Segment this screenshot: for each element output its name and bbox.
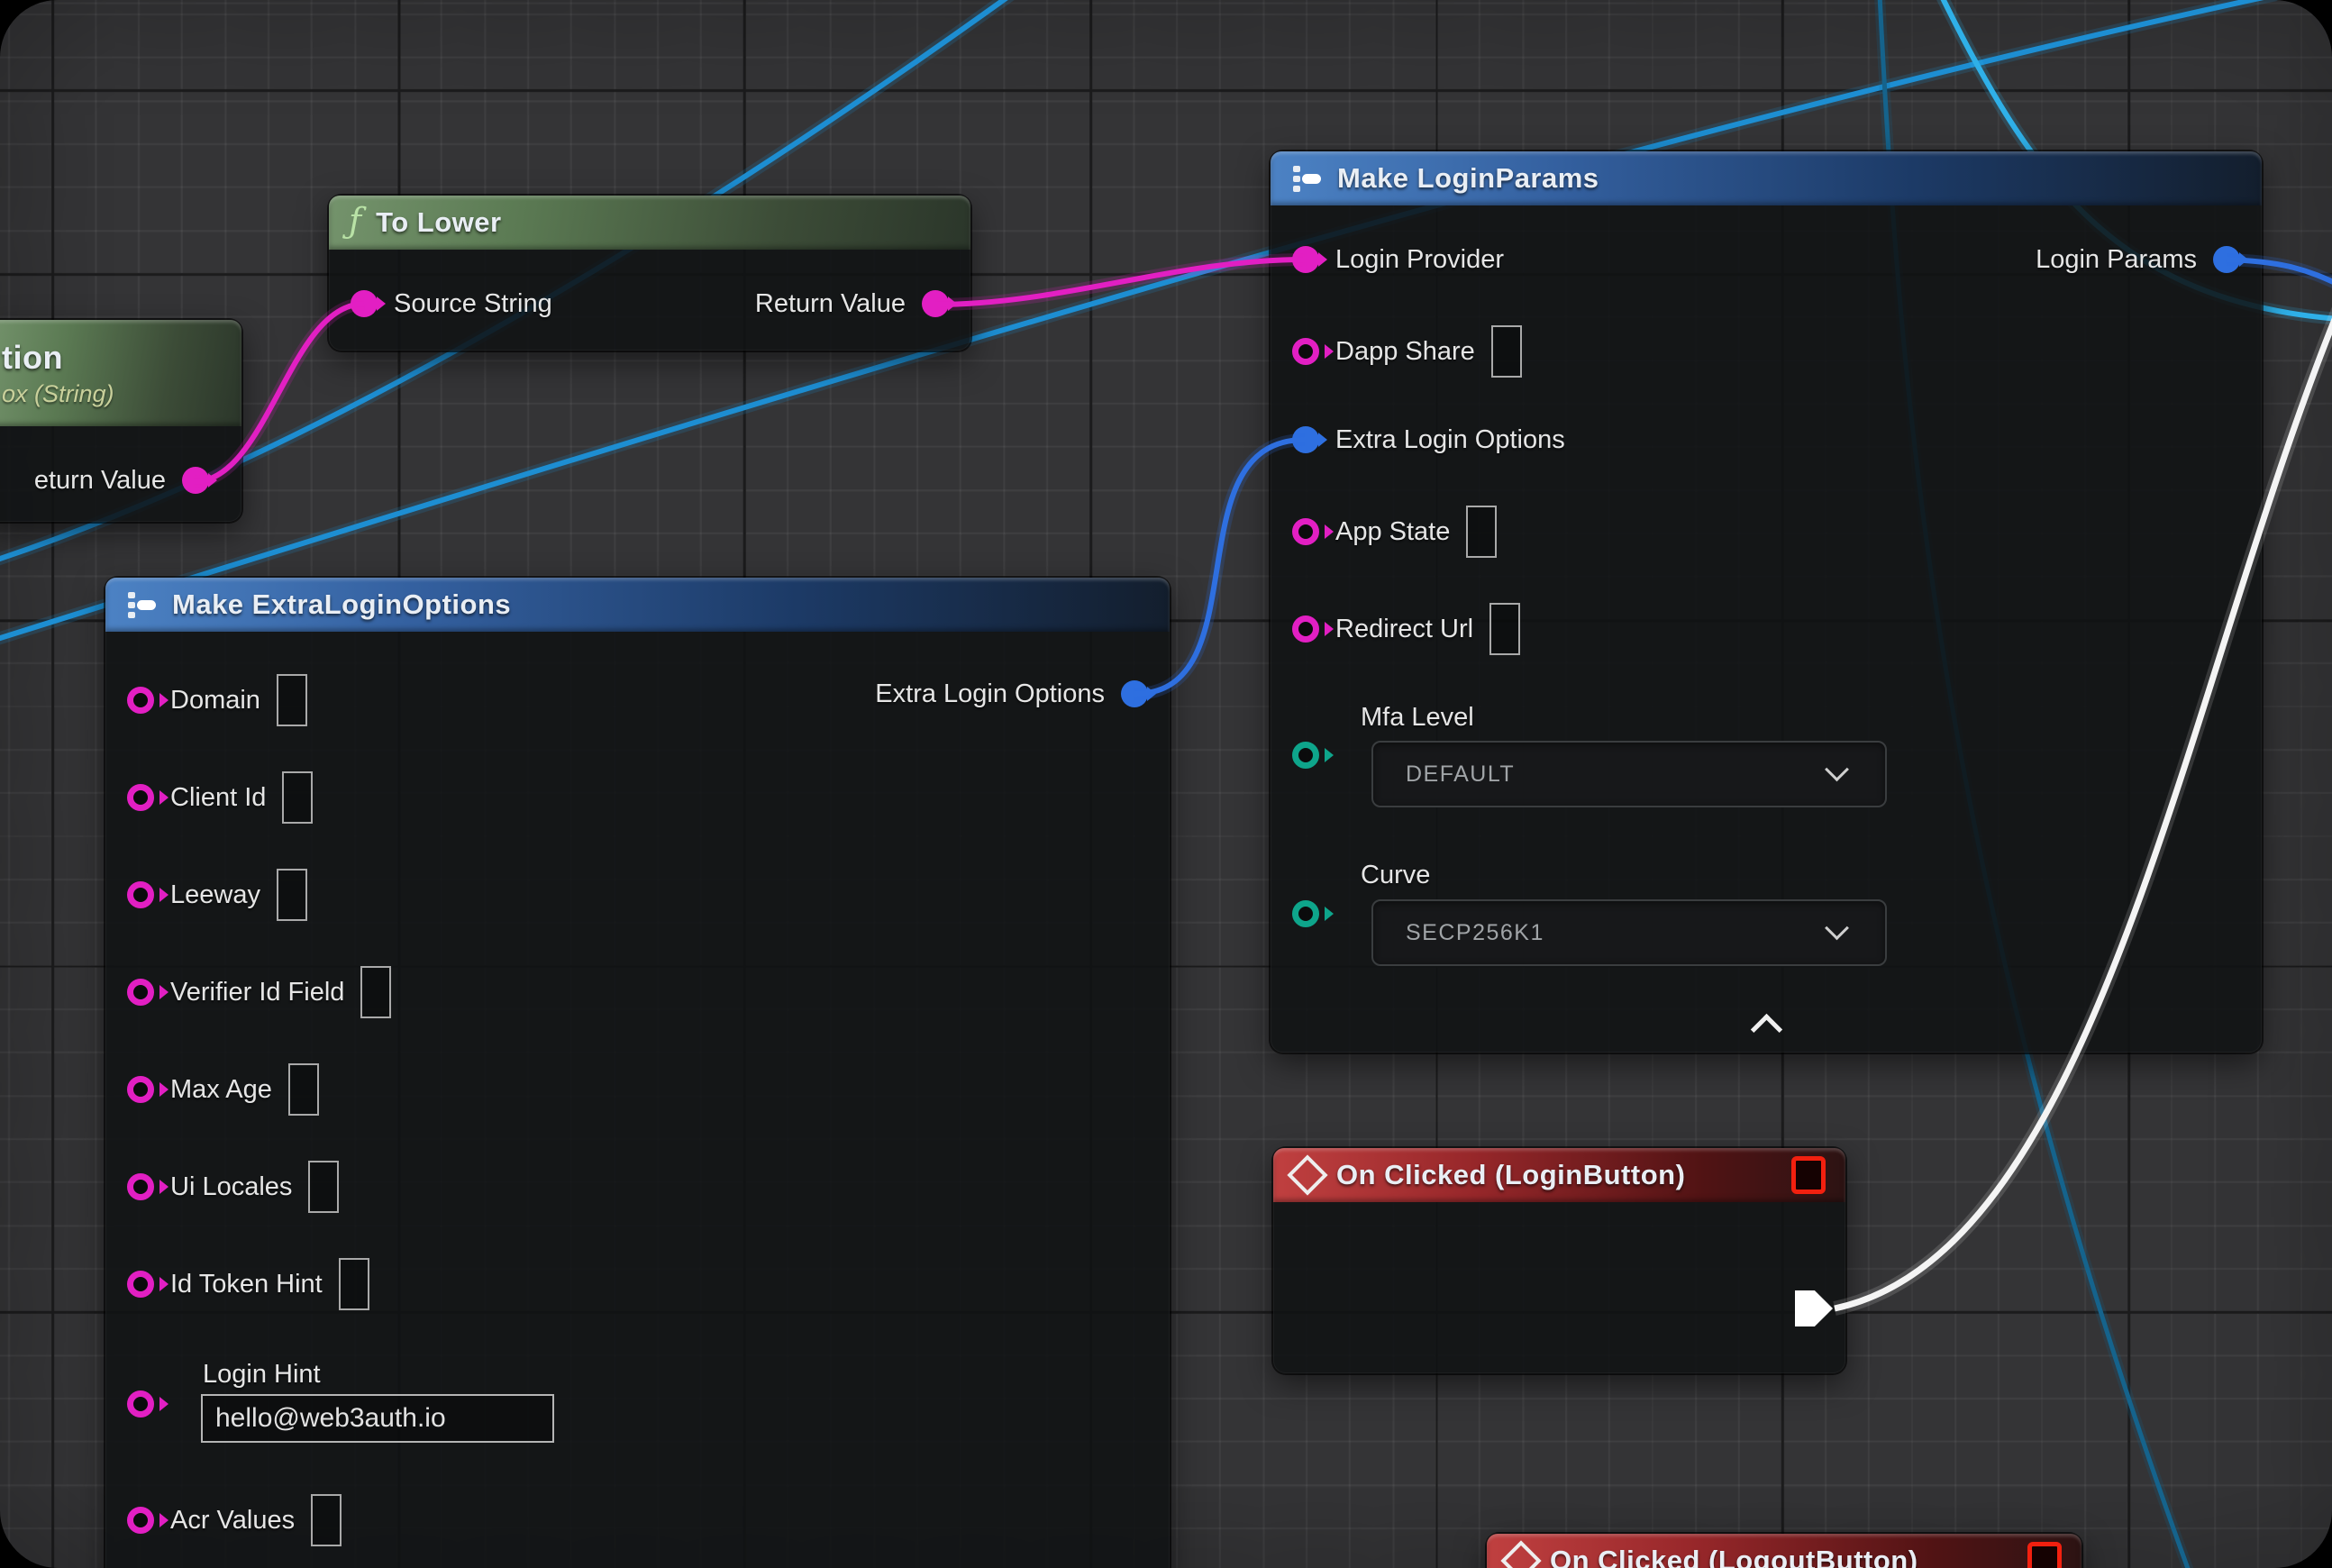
acr-values-value-field[interactable] bbox=[311, 1494, 342, 1546]
chevron-down-icon bbox=[1825, 757, 1849, 781]
dapp-share-value-field[interactable] bbox=[1491, 325, 1522, 378]
ui-locales-value-field[interactable] bbox=[308, 1161, 339, 1213]
node-title: Make LoginParams bbox=[1337, 162, 1599, 195]
to-lower-node[interactable]: ƒ To Lower Source String Return Value bbox=[329, 196, 970, 351]
blueprint-graph-canvas[interactable]: tion ox (String) eturn Value ƒ To Lower … bbox=[0, 0, 2332, 1568]
pin-label-verifier-id-field: Verifier Id Field bbox=[170, 978, 344, 1007]
mfa-level-pin[interactable] bbox=[1292, 742, 1319, 769]
login-hint-pin[interactable] bbox=[127, 1390, 154, 1418]
make-struct-icon bbox=[1290, 164, 1323, 193]
curve-dropdown[interactable]: SECP256K1 bbox=[1371, 899, 1887, 966]
pin-label-return-value: Return Value bbox=[755, 289, 906, 319]
domain-pin[interactable] bbox=[127, 687, 154, 714]
node-title: On Clicked (LogoutButton) bbox=[1550, 1545, 1918, 1568]
on-clicked-logout-button-node[interactable]: On Clicked (LogoutButton) bbox=[1487, 1534, 2081, 1568]
extra-login-options-input-pin[interactable] bbox=[1292, 426, 1319, 453]
wire-tolower-to-loginprovider-glow bbox=[935, 260, 1305, 305]
login-params-output-pin[interactable] bbox=[2213, 246, 2240, 273]
make-login-params-node[interactable]: Make LoginParams Login Provider Dapp Sha… bbox=[1271, 151, 2262, 1053]
app-state-pin[interactable] bbox=[1292, 518, 1319, 545]
pin-label-redirect-url: Redirect Url bbox=[1335, 615, 1473, 644]
pin-label-mfa-level: Mfa Level bbox=[1361, 703, 1474, 733]
max-age-value-field[interactable] bbox=[288, 1063, 319, 1116]
text-box-node[interactable]: tion ox (String) eturn Value bbox=[0, 320, 241, 522]
pin-label-dapp-share: Dapp Share bbox=[1335, 337, 1475, 367]
node-title: On Clicked (LoginButton) bbox=[1336, 1159, 1685, 1191]
pin-label-extra-login-options-out: Extra Login Options bbox=[875, 679, 1105, 709]
redirect-url-pin[interactable] bbox=[1292, 615, 1319, 643]
pin-label-leeway: Leeway bbox=[170, 880, 260, 910]
curve-pin[interactable] bbox=[1292, 900, 1319, 927]
ui-locales-pin[interactable] bbox=[127, 1173, 154, 1200]
client-id-value-field[interactable] bbox=[282, 771, 313, 824]
pin-label-login-params-out: Login Params bbox=[2036, 245, 2197, 275]
id-token-hint-value-field[interactable] bbox=[339, 1258, 369, 1310]
delegate-icon bbox=[2027, 1542, 2062, 1568]
pin-label-login-provider: Login Provider bbox=[1335, 245, 1504, 275]
node-subtitle: ox (String) bbox=[2, 380, 114, 408]
delegate-icon bbox=[1791, 1156, 1826, 1194]
pin-label-source-string: Source String bbox=[394, 289, 552, 319]
pin-label-max-age: Max Age bbox=[170, 1075, 272, 1105]
leeway-pin[interactable] bbox=[127, 881, 154, 908]
login-hint-input[interactable] bbox=[201, 1394, 554, 1443]
node-title: Make ExtraLoginOptions bbox=[172, 588, 511, 621]
node-title: To Lower bbox=[376, 206, 501, 239]
exec-output-pin[interactable] bbox=[1795, 1290, 1833, 1326]
make-extra-login-options-node[interactable]: Make ExtraLoginOptions Domain Client Id … bbox=[105, 578, 1170, 1568]
pin-label-domain: Domain bbox=[170, 686, 260, 716]
login-provider-pin[interactable] bbox=[1292, 246, 1319, 273]
curve-value: SECP256K1 bbox=[1373, 920, 1828, 946]
pin-label-app-state: App State bbox=[1335, 517, 1450, 547]
wire-tolower-to-loginprovider[interactable] bbox=[935, 260, 1305, 305]
return-value-pin[interactable] bbox=[922, 290, 949, 317]
mfa-level-dropdown[interactable]: DEFAULT bbox=[1371, 741, 1887, 807]
on-clicked-login-button-node[interactable]: On Clicked (LoginButton) bbox=[1273, 1148, 1845, 1373]
mfa-level-value: DEFAULT bbox=[1373, 761, 1828, 788]
collapse-node-button[interactable] bbox=[1751, 1014, 1782, 1045]
verifier-id-field-pin[interactable] bbox=[127, 979, 154, 1006]
extra-login-options-output-pin[interactable] bbox=[1121, 680, 1148, 707]
source-string-pin[interactable] bbox=[351, 290, 378, 317]
pin-label-acr-values: Acr Values bbox=[170, 1506, 295, 1536]
pin-label-return-value: eturn Value bbox=[34, 466, 166, 496]
event-icon bbox=[1287, 1154, 1327, 1195]
pin-label-id-token-hint: Id Token Hint bbox=[170, 1270, 323, 1299]
string-output-pin[interactable] bbox=[182, 467, 209, 494]
node-title: tion bbox=[2, 339, 63, 377]
event-icon bbox=[1500, 1540, 1541, 1568]
leeway-value-field[interactable] bbox=[277, 869, 307, 921]
pin-label-extra-login-options: Extra Login Options bbox=[1335, 425, 1565, 455]
pin-label-client-id: Client Id bbox=[170, 783, 266, 813]
acr-values-pin[interactable] bbox=[127, 1507, 154, 1534]
function-icon: ƒ bbox=[349, 204, 361, 238]
pin-label-login-hint: Login Hint bbox=[203, 1360, 321, 1390]
domain-value-field[interactable] bbox=[277, 674, 307, 726]
redirect-url-value-field[interactable] bbox=[1489, 603, 1520, 655]
id-token-hint-pin[interactable] bbox=[127, 1271, 154, 1298]
dapp-share-pin[interactable] bbox=[1292, 338, 1319, 365]
max-age-pin[interactable] bbox=[127, 1076, 154, 1103]
make-struct-icon bbox=[125, 590, 158, 619]
chevron-down-icon bbox=[1825, 916, 1849, 940]
pin-label-curve: Curve bbox=[1361, 861, 1430, 890]
app-state-value-field[interactable] bbox=[1466, 506, 1497, 558]
pin-label-ui-locales: Ui Locales bbox=[170, 1172, 292, 1202]
client-id-pin[interactable] bbox=[127, 784, 154, 811]
verifier-id-field-value-field[interactable] bbox=[360, 966, 391, 1018]
